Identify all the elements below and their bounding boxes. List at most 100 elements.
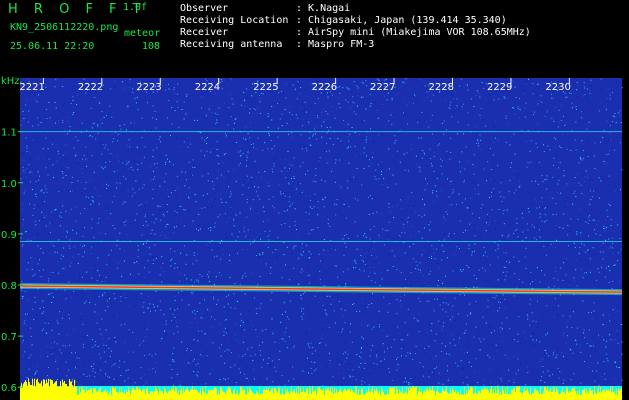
noise-speckle — [347, 123, 349, 125]
noise-speckle — [192, 360, 194, 362]
noise-speckle — [595, 350, 597, 352]
noise-speckle — [323, 109, 325, 111]
noise-speckle — [42, 300, 44, 302]
noise-speckle — [140, 297, 142, 299]
noise-speckle — [449, 108, 451, 110]
noise-speckle — [607, 88, 609, 90]
noise-speckle — [326, 127, 328, 128]
noise-speckle — [161, 338, 163, 339]
bottom-bar-segment — [234, 388, 235, 400]
noise-speckle — [347, 268, 349, 270]
noise-speckle — [56, 160, 58, 162]
noise-speckle — [353, 102, 355, 104]
noise-speckle — [255, 159, 257, 161]
noise-speckle — [473, 286, 475, 288]
noise-speckle — [562, 382, 564, 384]
noise-speckle — [340, 188, 342, 190]
bottom-bar-segment — [120, 392, 121, 400]
noise-speckle — [482, 119, 484, 121]
noise-speckle — [104, 270, 106, 272]
bottom-bar-segment — [84, 390, 85, 400]
noise-speckle — [94, 311, 96, 313]
noise-speckle — [516, 298, 518, 299]
noise-speckle — [288, 201, 290, 203]
noise-speckle — [596, 198, 598, 200]
noise-speckle — [514, 230, 516, 232]
x-tick-label: 2226 — [312, 82, 337, 93]
noise-speckle — [201, 355, 202, 357]
noise-speckle — [222, 254, 224, 256]
bottom-bar-segment — [99, 388, 100, 400]
noise-speckle — [366, 136, 367, 138]
noise-speckle — [482, 316, 484, 318]
noise-speckle — [233, 219, 235, 221]
noise-speckle — [327, 223, 329, 225]
noise-speckle — [54, 349, 56, 351]
noise-speckle — [497, 384, 499, 386]
noise-speckle — [335, 294, 337, 296]
noise-speckle — [410, 272, 412, 274]
noise-speckle — [480, 149, 482, 150]
noise-speckle — [181, 109, 183, 110]
noise-speckle — [533, 351, 535, 353]
bottom-bar-segment — [339, 389, 340, 400]
noise-speckle — [519, 180, 521, 182]
bottom-bar-segment — [572, 388, 573, 400]
noise-speckle — [90, 248, 92, 250]
noise-speckle — [97, 125, 99, 127]
noise-speckle — [161, 79, 163, 81]
noise-speckle — [45, 215, 47, 217]
noise-speckle — [273, 207, 275, 209]
noise-speckle — [312, 255, 314, 257]
noise-speckle — [618, 252, 619, 254]
bottom-bar-segment — [540, 386, 541, 400]
noise-speckle — [555, 154, 557, 156]
bottom-bar-segment — [534, 388, 535, 400]
noise-speckle — [91, 252, 93, 254]
noise-speckle — [104, 147, 106, 149]
noise-speckle — [47, 174, 49, 176]
noise-speckle — [575, 196, 577, 198]
noise-speckle — [54, 251, 56, 253]
noise-speckle — [283, 93, 285, 95]
noise-speckle — [382, 228, 384, 230]
noise-speckle — [97, 270, 99, 272]
noise-speckle — [345, 246, 347, 248]
noise-speckle — [233, 226, 235, 228]
noise-speckle — [75, 191, 77, 193]
noise-speckle — [612, 253, 614, 255]
noise-speckle — [308, 137, 310, 139]
bottom-bar-segment — [52, 380, 53, 400]
noise-speckle — [155, 218, 157, 220]
noise-speckle — [602, 327, 604, 329]
noise-speckle — [185, 263, 187, 265]
noise-speckle — [55, 209, 56, 211]
noise-speckle — [346, 217, 347, 219]
noise-speckle — [22, 340, 24, 341]
noise-speckle — [170, 364, 172, 366]
noise-speckle — [405, 278, 406, 280]
noise-speckle — [602, 242, 604, 244]
noise-speckle — [72, 182, 74, 183]
noise-speckle — [429, 370, 431, 372]
noise-speckle — [354, 156, 356, 158]
noise-speckle — [345, 283, 346, 285]
noise-speckle — [487, 216, 489, 218]
noise-speckle — [191, 139, 193, 141]
noise-speckle — [373, 326, 375, 328]
noise-speckle — [68, 369, 69, 371]
noise-speckle — [270, 267, 272, 269]
noise-speckle — [85, 146, 87, 148]
noise-speckle — [436, 366, 437, 368]
noise-speckle — [621, 169, 623, 171]
noise-speckle — [97, 257, 99, 259]
noise-speckle — [227, 303, 229, 305]
noise-speckle — [268, 364, 270, 366]
noise-speckle — [119, 309, 121, 311]
bottom-bar-segment — [491, 386, 492, 400]
bottom-bar-segment — [507, 386, 508, 400]
noise-speckle — [450, 355, 452, 357]
noise-speckle — [509, 144, 511, 146]
noise-speckle — [231, 98, 233, 100]
noise-speckle — [340, 140, 342, 142]
